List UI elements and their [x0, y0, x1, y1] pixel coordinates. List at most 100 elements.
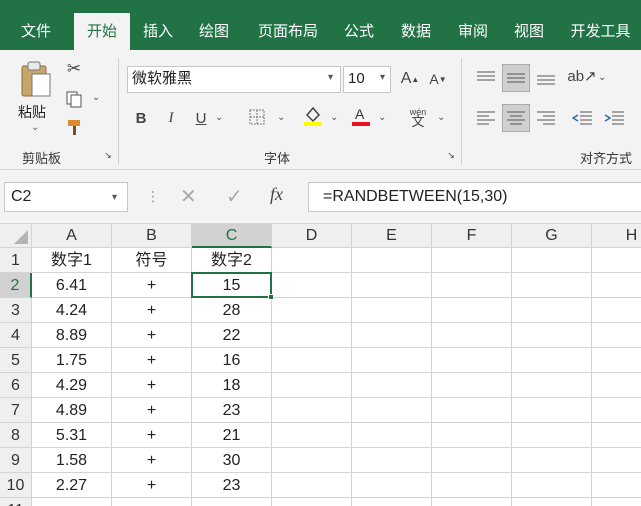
tab-file[interactable]: 文件	[8, 14, 64, 50]
paste-icon[interactable]	[18, 60, 52, 100]
cell-e1[interactable]	[352, 248, 432, 273]
copy-dropdown-icon[interactable]: ⌄	[92, 92, 100, 103]
cell-h8[interactable]	[592, 423, 641, 448]
align-bottom-icon[interactable]	[534, 66, 558, 90]
cell-a6[interactable]: 4.29	[32, 373, 112, 398]
cell-a9[interactable]: 1.58	[32, 448, 112, 473]
orientation-dropdown-icon[interactable]: ⌄	[598, 72, 606, 83]
cell-a5[interactable]: 1.75	[32, 348, 112, 373]
cell-d10[interactable]	[272, 473, 352, 498]
cell-g9[interactable]	[512, 448, 592, 473]
fill-handle[interactable]	[268, 294, 274, 300]
align-right-icon[interactable]	[534, 106, 558, 130]
cut-icon[interactable]: ✂	[63, 58, 85, 80]
cell-g3[interactable]	[512, 298, 592, 323]
border-icon[interactable]	[247, 107, 267, 127]
cell-f8[interactable]	[432, 423, 512, 448]
row-header-4[interactable]: 4	[0, 323, 32, 348]
column-header-d[interactable]: D	[272, 224, 352, 248]
column-header-g[interactable]: G	[512, 224, 592, 248]
column-header-a[interactable]: A	[32, 224, 112, 248]
cell-f7[interactable]	[432, 398, 512, 423]
cell-g11[interactable]	[512, 498, 592, 506]
cell-h9[interactable]	[592, 448, 641, 473]
tab-developer[interactable]: 开发工具	[560, 14, 641, 50]
cell-d4[interactable]	[272, 323, 352, 348]
insert-function-icon[interactable]: fx	[270, 184, 283, 205]
cell-h5[interactable]	[592, 348, 641, 373]
row-header-3[interactable]: 3	[0, 298, 32, 323]
confirm-edit-icon[interactable]: ✓	[226, 184, 243, 209]
cell-d5[interactable]	[272, 348, 352, 373]
tab-review[interactable]: 审阅	[446, 14, 500, 50]
cell-h2[interactable]	[592, 273, 641, 298]
row-header-2[interactable]: 2	[0, 273, 32, 298]
cell-b7[interactable]: +	[112, 398, 192, 423]
cell-h6[interactable]	[592, 373, 641, 398]
cell-d3[interactable]	[272, 298, 352, 323]
cell-c11[interactable]	[192, 498, 272, 506]
border-dropdown-icon[interactable]: ⌄	[277, 112, 285, 123]
column-header-e[interactable]: E	[352, 224, 432, 248]
column-header-b[interactable]: B	[112, 224, 192, 248]
cell-a8[interactable]: 5.31	[32, 423, 112, 448]
cell-e8[interactable]	[352, 423, 432, 448]
font-name-dropdown-icon[interactable]: ▾	[328, 72, 333, 83]
cell-g8[interactable]	[512, 423, 592, 448]
cell-b5[interactable]: +	[112, 348, 192, 373]
fill-color-icon[interactable]	[302, 105, 324, 127]
format-painter-icon[interactable]	[63, 116, 85, 138]
cell-h4[interactable]	[592, 323, 641, 348]
cell-e7[interactable]	[352, 398, 432, 423]
align-left-icon[interactable]	[474, 106, 498, 130]
row-header-8[interactable]: 8	[0, 423, 32, 448]
cell-b6[interactable]: +	[112, 373, 192, 398]
cell-c8[interactable]: 21	[192, 423, 272, 448]
formula-input[interactable]: =RANDBETWEEN(15,30)	[308, 182, 641, 212]
cell-h7[interactable]	[592, 398, 641, 423]
row-header-10[interactable]: 10	[0, 473, 32, 498]
cancel-edit-icon[interactable]: ✕	[180, 184, 197, 209]
tab-home[interactable]: 开始	[74, 13, 130, 50]
cell-f5[interactable]	[432, 348, 512, 373]
cell-g4[interactable]	[512, 323, 592, 348]
row-header-9[interactable]: 9	[0, 448, 32, 473]
cell-c9[interactable]: 30	[192, 448, 272, 473]
column-header-f[interactable]: F	[432, 224, 512, 248]
cell-g2[interactable]	[512, 273, 592, 298]
font-name-select[interactable]: 微软雅黑	[127, 66, 341, 93]
cell-a11[interactable]	[32, 498, 112, 506]
cell-e2[interactable]	[352, 273, 432, 298]
cell-h11[interactable]	[592, 498, 641, 506]
cell-c2[interactable]: 15	[192, 273, 272, 298]
cell-a1[interactable]: 数字1	[32, 248, 112, 273]
phonetic-guide-icon[interactable]: wén 文	[406, 104, 430, 130]
cell-a4[interactable]: 8.89	[32, 323, 112, 348]
cell-g1[interactable]	[512, 248, 592, 273]
row-header-5[interactable]: 5	[0, 348, 32, 373]
tab-page-layout[interactable]: 页面布局	[246, 14, 330, 50]
cell-e6[interactable]	[352, 373, 432, 398]
cell-f11[interactable]	[432, 498, 512, 506]
cell-c10[interactable]: 23	[192, 473, 272, 498]
formula-bar-grip-icon[interactable]: ⋮	[146, 188, 160, 205]
cell-e11[interactable]	[352, 498, 432, 506]
cell-d2[interactable]	[272, 273, 352, 298]
cell-d7[interactable]	[272, 398, 352, 423]
row-header-11[interactable]: 11	[0, 498, 32, 506]
cell-g6[interactable]	[512, 373, 592, 398]
decrease-indent-icon[interactable]	[570, 106, 594, 130]
paste-dropdown-icon[interactable]: ⌄	[31, 122, 39, 133]
tab-formulas[interactable]: 公式	[332, 14, 386, 50]
cell-f2[interactable]	[432, 273, 512, 298]
cell-c4[interactable]: 22	[192, 323, 272, 348]
cell-a2[interactable]: 6.41	[32, 273, 112, 298]
cell-f10[interactable]	[432, 473, 512, 498]
cell-e9[interactable]	[352, 448, 432, 473]
name-box-dropdown-icon[interactable]: ▾	[112, 192, 117, 203]
cell-b4[interactable]: +	[112, 323, 192, 348]
cell-g10[interactable]	[512, 473, 592, 498]
cell-h10[interactable]	[592, 473, 641, 498]
paste-button-label[interactable]: 粘贴	[18, 102, 46, 122]
cell-g7[interactable]	[512, 398, 592, 423]
